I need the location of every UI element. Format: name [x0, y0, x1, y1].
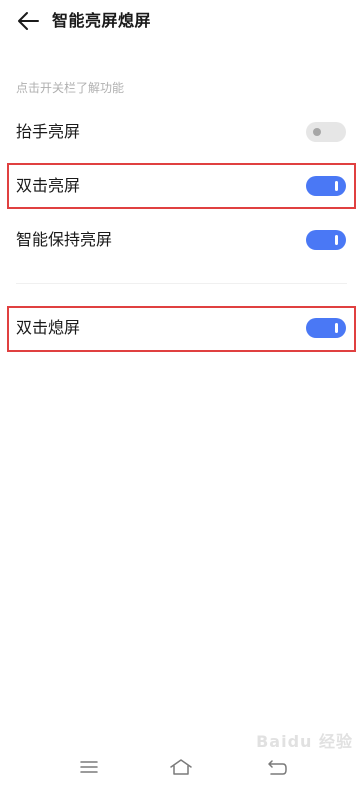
home-button[interactable] [168, 757, 194, 777]
toggle-knob [313, 128, 321, 136]
setting-row-raise-to-wake[interactable]: 抬手亮屏 [0, 112, 363, 152]
home-icon [170, 759, 192, 775]
return-button[interactable] [264, 757, 290, 777]
setting-row-smart-stay-awake[interactable]: 智能保持亮屏 [0, 220, 363, 260]
page-title: 智能亮屏熄屏 [52, 11, 152, 30]
back-button[interactable] [14, 9, 42, 33]
setting-label: 智能保持亮屏 [16, 230, 113, 249]
menu-icon [80, 761, 98, 773]
header: 智能亮屏熄屏 [0, 0, 363, 44]
smart-stay-awake-toggle[interactable] [306, 230, 346, 250]
highlight-box [7, 163, 356, 209]
highlight-box [7, 306, 356, 352]
navigation-bar [0, 745, 363, 785]
section-hint: 点击开关栏了解功能 [16, 81, 125, 95]
menu-button[interactable] [76, 757, 102, 777]
return-icon [268, 760, 287, 775]
divider [16, 283, 347, 284]
back-arrow-icon [18, 12, 39, 30]
toggle-knob [335, 235, 338, 245]
raise-to-wake-toggle[interactable] [306, 122, 346, 142]
setting-label: 抬手亮屏 [16, 122, 81, 141]
